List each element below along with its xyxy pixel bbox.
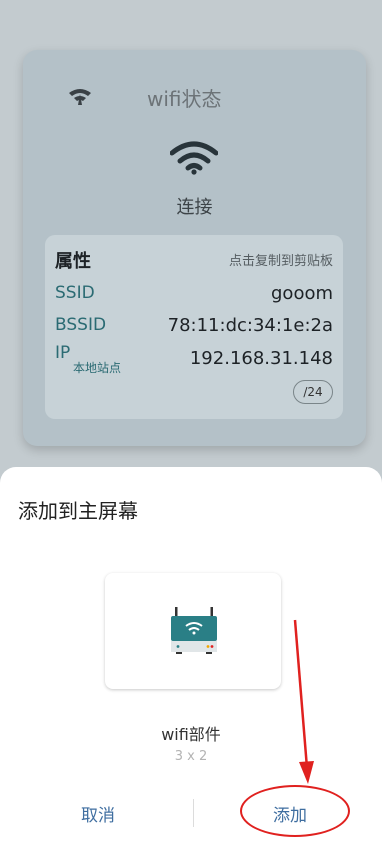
connection-status: 连接 [176,197,213,218]
properties-panel[interactable]: 属性 点击复制到剪贴板 SSID gooom BSSID 78:11:dc:34… [45,235,343,419]
bssid-label: BSSID [55,315,107,335]
cancel-button[interactable]: 取消 [58,801,138,831]
ssid-label: SSID [55,283,95,303]
button-divider [193,799,194,827]
wifi-small-icon [69,89,91,105]
ip-label: IP [55,343,71,363]
router-widget-icon [171,607,217,654]
widget-size: 3 x 2 [174,749,208,764]
annotation-ellipse [240,785,350,837]
copy-to-clipboard-hint[interactable]: 点击复制到剪贴板 [229,250,333,269]
counter-badge: /24 [293,380,333,404]
card-title: wifi状态 [147,87,222,111]
ssid-value: gooom [271,283,333,304]
wifi-large-icon [170,141,218,175]
sheet-title: 添加到主屏幕 [18,499,138,523]
widget-preview[interactable] [105,573,281,689]
ip-scope-label: 本地站点 [73,361,122,375]
add-to-home-sheet: 添加到主屏幕 wifi部件 3 x 2 取消 添加 [0,467,382,867]
properties-label: 属性 [55,251,91,272]
ip-value: 192.168.31.148 [189,348,333,369]
widget-name: wifi部件 [161,725,221,744]
bssid-value: 78:11:dc:34:1e:2a [167,315,333,336]
wifi-status-card: wifi状态 连接 属性 点击复制到剪贴板 SSID gooom BSSID 7… [23,50,366,446]
